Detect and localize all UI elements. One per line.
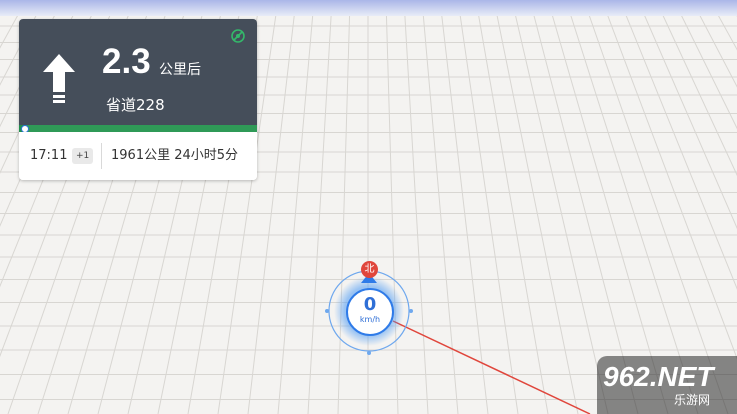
watermark-logo: 962.NET 乐游网 (597, 356, 737, 414)
status-bar (0, 0, 737, 16)
watermark-subtitle: 乐游网 (674, 393, 711, 407)
north-indicator: 北 (361, 261, 378, 278)
speed-value: 0 (363, 294, 377, 315)
grid-line (583, 0, 729, 414)
trip-summary: 17:11 +1 1961公里 24小时5分 (19, 132, 257, 180)
map-screen[interactable]: 2.3 公里后 省道228 17:11 +1 1961公里 24小时5分 北 0… (0, 0, 737, 414)
grid-line (637, 0, 737, 230)
speed-unit: km/h (359, 315, 381, 324)
grid-line (655, 0, 737, 177)
grid-line (457, 0, 519, 414)
grid-line (727, 0, 737, 17)
grid-line (529, 0, 639, 414)
grid-line (475, 0, 549, 414)
grid-line (709, 0, 737, 51)
grid-line (439, 0, 489, 414)
site-watermark: 962.NET 乐游网 (597, 356, 737, 414)
speed-indicator: 0 km/h (346, 288, 394, 336)
grid-line (691, 0, 737, 88)
grid-line (511, 0, 609, 414)
remaining-distance-time: 1961公里 24小时5分 (111, 148, 239, 163)
route-progress-bar (19, 125, 257, 132)
straight-arrow-icon (43, 54, 75, 103)
position-compass[interactable]: 北 0 km/h (322, 260, 418, 356)
day-offset-badge: +1 (72, 148, 94, 164)
gps-signal-icon (231, 29, 245, 43)
arrival-time: 17:11 (30, 148, 68, 163)
navigation-card[interactable]: 2.3 公里后 省道228 17:11 +1 1961公里 24小时5分 (19, 19, 257, 180)
grid-line (547, 0, 669, 414)
road-name: 省道228 (106, 96, 165, 114)
distance-value: 2.3 (102, 42, 151, 81)
grid-line (421, 0, 459, 414)
grid-line (277, 0, 315, 414)
distance-unit: 公里后 (159, 62, 201, 78)
navigation-card-header: 2.3 公里后 省道228 (19, 19, 257, 133)
divider (101, 143, 102, 169)
grid-line (565, 0, 699, 414)
watermark-logo-text: 962.NET (603, 361, 714, 392)
